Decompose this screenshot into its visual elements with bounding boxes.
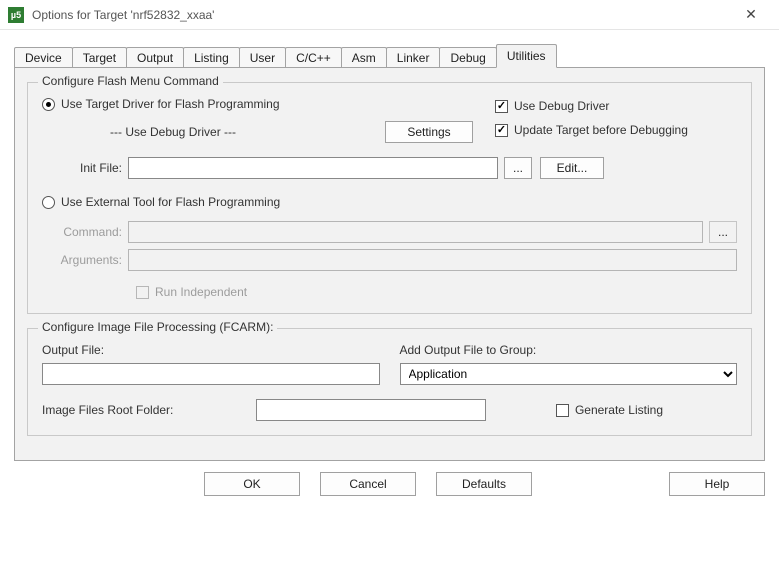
close-button[interactable]: ✕ xyxy=(731,1,771,29)
tab-linker[interactable]: Linker xyxy=(386,47,441,68)
check-use-debug-driver[interactable] xyxy=(495,100,508,113)
check-run-independent-label: Run Independent xyxy=(155,285,247,299)
check-generate-listing-label: Generate Listing xyxy=(575,403,663,417)
arguments-label: Arguments: xyxy=(42,253,128,267)
defaults-button[interactable]: Defaults xyxy=(436,472,532,496)
tab-bar: Device Target Output Listing User C/C++ … xyxy=(14,44,765,68)
window-title: Options for Target 'nrf52832_xxaa' xyxy=(32,8,731,22)
radio-use-external-tool[interactable] xyxy=(42,196,55,209)
group-flash-title: Configure Flash Menu Command xyxy=(38,74,223,88)
footer-buttons: OK Cancel Defaults Help xyxy=(14,462,765,496)
settings-button[interactable]: Settings xyxy=(385,121,473,143)
group-fcarm: Configure Image File Processing (FCARM):… xyxy=(27,328,752,436)
group-flash: Configure Flash Menu Command Use Target … xyxy=(27,82,752,314)
radio-use-target-driver-label: Use Target Driver for Flash Programming xyxy=(61,97,280,111)
tab-ccpp[interactable]: C/C++ xyxy=(285,47,342,68)
tab-debug[interactable]: Debug xyxy=(439,47,496,68)
tab-asm[interactable]: Asm xyxy=(341,47,387,68)
check-update-before-debug[interactable] xyxy=(495,124,508,137)
cancel-button[interactable]: Cancel xyxy=(320,472,416,496)
titlebar: µ5 Options for Target 'nrf52832_xxaa' ✕ xyxy=(0,0,779,30)
command-input xyxy=(128,221,703,243)
close-icon: ✕ xyxy=(745,6,757,23)
driver-note: --- Use Debug Driver --- xyxy=(110,125,236,139)
tab-listing[interactable]: Listing xyxy=(183,47,240,68)
tab-panel-utilities: Configure Flash Menu Command Use Target … xyxy=(14,67,765,461)
radio-use-external-tool-label: Use External Tool for Flash Programming xyxy=(61,195,280,209)
check-generate-listing[interactable] xyxy=(556,404,569,417)
check-update-before-debug-label: Update Target before Debugging xyxy=(514,123,688,137)
check-run-independent xyxy=(136,286,149,299)
tab-target[interactable]: Target xyxy=(72,47,127,68)
root-folder-input[interactable] xyxy=(256,399,486,421)
help-button[interactable]: Help xyxy=(669,472,765,496)
init-file-label: Init File: xyxy=(42,161,128,175)
group-fcarm-title: Configure Image File Processing (FCARM): xyxy=(38,320,277,334)
add-to-group-label: Add Output File to Group: xyxy=(400,343,738,357)
app-icon: µ5 xyxy=(8,7,24,23)
init-file-browse-button[interactable]: ... xyxy=(504,157,532,179)
tab-utilities[interactable]: Utilities xyxy=(496,44,557,68)
output-file-input[interactable] xyxy=(42,363,380,385)
tab-device[interactable]: Device xyxy=(14,47,73,68)
edit-button[interactable]: Edit... xyxy=(540,157,604,179)
tab-user[interactable]: User xyxy=(239,47,286,68)
radio-use-target-driver[interactable] xyxy=(42,98,55,111)
ok-button[interactable]: OK xyxy=(204,472,300,496)
add-to-group-select[interactable]: Application xyxy=(400,363,738,385)
root-folder-label: Image Files Root Folder: xyxy=(42,403,242,417)
arguments-input xyxy=(128,249,737,271)
dialog-content: Device Target Output Listing User C/C++ … xyxy=(0,30,779,504)
check-use-debug-driver-label: Use Debug Driver xyxy=(514,99,609,113)
output-file-label: Output File: xyxy=(42,343,380,357)
init-file-input[interactable] xyxy=(128,157,498,179)
tab-output[interactable]: Output xyxy=(126,47,184,68)
command-label: Command: xyxy=(42,225,128,239)
command-browse-button: ... xyxy=(709,221,737,243)
